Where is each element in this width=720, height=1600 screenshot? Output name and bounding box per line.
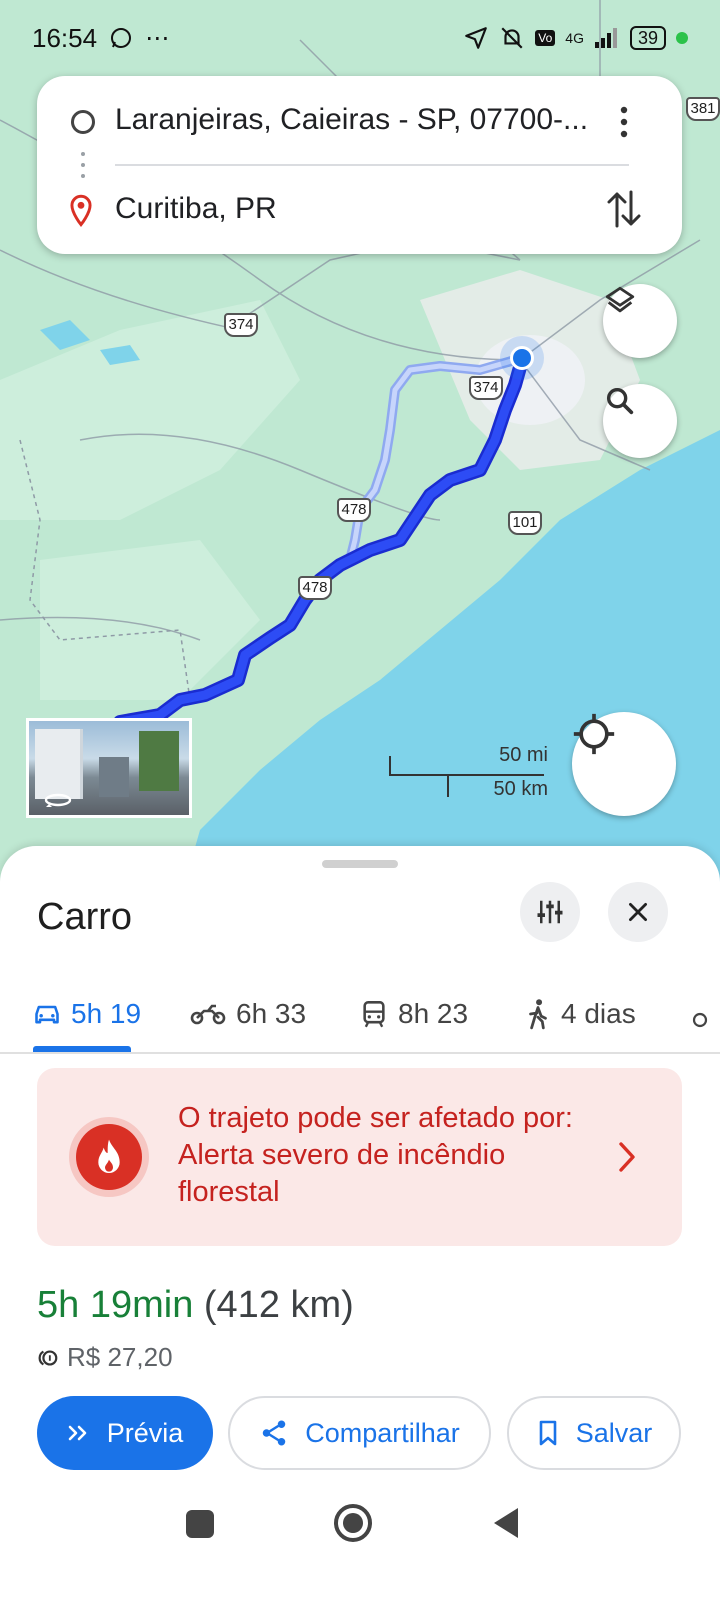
tab-car-label: 5h 19 (71, 998, 142, 1029)
rotate-360-icon (44, 793, 72, 807)
road-shield: 478 (337, 498, 371, 522)
walking-icon (529, 999, 547, 1030)
sheet-drag-handle[interactable] (322, 860, 398, 868)
road-shield: 381 (686, 97, 720, 121)
travel-mode-tabs: 5h 19 6h 33 8h 23 4 dias (0, 976, 720, 1054)
network-type: 4G (565, 30, 584, 46)
my-location-button[interactable] (572, 712, 676, 816)
more-notifications-icon: ⋯ (145, 24, 170, 52)
tab-motorcycle[interactable]: 6h 33 (190, 986, 306, 1042)
battery-indicator: 39 (629, 26, 666, 50)
active-tab-indicator (33, 1046, 131, 1052)
back-button[interactable] (492, 1506, 520, 1540)
tune-icon (537, 900, 563, 924)
layers-button[interactable] (603, 284, 677, 358)
chevron-right-icon (619, 1142, 635, 1172)
fire-icon (98, 1139, 120, 1173)
scale-km: 50 km (493, 778, 548, 800)
layers-icon (605, 286, 635, 313)
wildfire-alert-card[interactable]: O trajeto pode ser afetado por: Alerta s… (37, 1068, 682, 1246)
alert-message: O trajeto pode ser afetado por: Alerta s… (178, 1102, 573, 1208)
origin-field[interactable]: Laranjeiras, Caieiras - SP, 07700-... (115, 103, 588, 137)
preview-label: Prévia (106, 1417, 184, 1448)
signal-icon (594, 28, 617, 48)
route-summary: 5h 19min (412 km) (37, 1284, 354, 1327)
car-icon (35, 1005, 59, 1024)
status-time: 16:54 (32, 22, 98, 53)
location-arrow-icon (465, 27, 488, 49)
swap-route-icon[interactable] (605, 188, 643, 230)
tab-car[interactable]: 5h 19 (33, 986, 141, 1042)
toll-icon (38, 1349, 58, 1366)
route-distance: (412 km) (203, 1284, 354, 1326)
more-options-icon[interactable] (614, 104, 634, 140)
road-shield: 374 (469, 376, 503, 400)
double-chevron-icon (68, 1425, 87, 1441)
home-button[interactable] (334, 1504, 372, 1542)
motorcycle-icon (190, 1004, 226, 1025)
route-duration: 5h 19min (37, 1284, 194, 1326)
share-label: Compartilhar (305, 1417, 460, 1448)
sheet-title: Carro (37, 896, 133, 938)
share-icon (262, 1420, 286, 1446)
origin-circle-icon (71, 110, 95, 134)
status-bar: 16:54 ⋯ Vo 4G 39 (0, 0, 720, 76)
bookmark-icon (539, 1420, 557, 1446)
destination-field[interactable]: Curitiba, PR (115, 192, 277, 226)
tab-transit-label: 8h 23 (398, 998, 469, 1029)
volte-icon: Vo (535, 30, 556, 46)
share-button[interactable]: Compartilhar (228, 1396, 491, 1470)
tab-motorcycle-label: 6h 33 (236, 998, 307, 1029)
route-search-card: Laranjeiras, Caieiras - SP, 07700-... Cu… (37, 76, 682, 254)
road-shield: 101 (508, 511, 542, 535)
route-options-button[interactable] (520, 882, 580, 942)
recents-button[interactable] (186, 1510, 214, 1538)
route-divider (115, 164, 629, 166)
close-button[interactable] (608, 882, 668, 942)
street-view-thumbnail[interactable] (26, 718, 192, 818)
road-shield: 478 (298, 576, 332, 600)
transit-icon (363, 1001, 385, 1028)
route-dots-icon (81, 152, 85, 178)
bell-off-icon (501, 27, 523, 49)
save-button[interactable]: Salvar (507, 1396, 681, 1470)
close-icon (629, 903, 647, 921)
tab-walking-label: 4 dias (561, 998, 636, 1029)
tab-bicycle-partial[interactable] (692, 998, 720, 1032)
route-actions: Prévia Compartilhar Salvar (37, 1396, 687, 1470)
search-along-route-button[interactable] (603, 384, 677, 458)
system-nav-bar (0, 1480, 720, 1600)
tab-transit[interactable]: 8h 23 (360, 986, 468, 1042)
toll-price: R$ 27,20 (67, 1342, 173, 1372)
preview-button[interactable]: Prévia (37, 1396, 213, 1470)
whatsapp-icon (111, 28, 132, 48)
tab-walking[interactable]: 4 dias (525, 986, 636, 1042)
map-scale: 50 mi 50 km (388, 742, 548, 802)
search-icon (606, 387, 634, 415)
scale-miles: 50 mi (499, 744, 548, 766)
destination-pin-icon (70, 194, 92, 227)
bicycle-icon (692, 1012, 708, 1028)
camera-indicator-dot (676, 32, 688, 44)
road-shield: 374 (224, 313, 258, 337)
toll-info: R$ 27,20 (37, 1342, 173, 1373)
crosshair-icon (573, 713, 615, 755)
save-label: Salvar (575, 1417, 653, 1448)
alert-icon-wrapper (69, 1117, 149, 1197)
